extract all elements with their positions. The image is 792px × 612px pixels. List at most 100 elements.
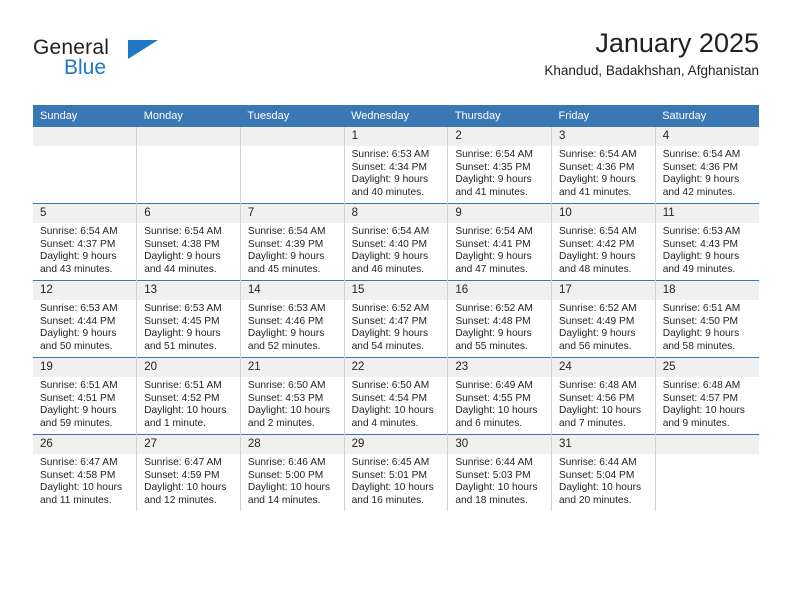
sunset-time: Sunset: 4:38 PM <box>144 238 220 250</box>
calendar-day-cell[interactable]: 2 Sunrise: 6:54 AM Sunset: 4:35 PM Daylight… <box>447 127 552 204</box>
daylight-duration-line1: Daylight: 9 hours <box>351 174 429 186</box>
daylight-duration-line1: Daylight: 9 hours <box>247 328 325 340</box>
sunset-time: Sunset: 5:04 PM <box>559 469 635 481</box>
sunset-time: Sunset: 4:57 PM <box>662 392 739 404</box>
day-details: Sunrise: 6:53 AM Sunset: 4:45 PM Daylight:… <box>137 300 240 353</box>
calendar-day-cell-empty <box>654 434 759 511</box>
calendar-day-cell[interactable]: 14 Sunrise: 6:53 AM Sunset: 4:46 PM Dayligh… <box>239 280 345 358</box>
day-number: 25 <box>655 358 759 377</box>
calendar-day-cell[interactable]: 20 Sunrise: 6:51 AM Sunset: 4:52 PM Dayligh… <box>136 357 241 435</box>
calendar-day-cell[interactable]: 25 Sunrise: 6:48 AM Sunset: 4:57 PM Dayligh… <box>654 357 759 435</box>
sunset-time: Sunset: 4:59 PM <box>144 469 220 481</box>
weekday-header-sunday: Sunday <box>33 105 137 127</box>
calendar-day-cell[interactable]: 4 Sunrise: 6:54 AM Sunset: 4:36 PM Daylight… <box>654 127 759 204</box>
sunrise-time: Sunrise: 6:46 AM <box>247 457 326 468</box>
weekday-header-monday: Monday <box>136 105 241 127</box>
sunrise-time: Sunrise: 6:51 AM <box>40 380 118 391</box>
daylight-duration-line2: and 44 minutes. <box>144 263 217 275</box>
daylight-duration-line2: and 9 minutes. <box>662 417 730 429</box>
day-number: 19 <box>33 358 137 377</box>
sunrise-time: Sunrise: 6:54 AM <box>455 226 533 237</box>
sunrise-time: Sunrise: 6:44 AM <box>455 457 533 468</box>
sunset-time: Sunset: 4:53 PM <box>247 392 324 404</box>
day-number: 20 <box>137 358 240 377</box>
daylight-duration-line1: Daylight: 10 hours <box>455 482 538 494</box>
calendar-day-cell[interactable]: 8 Sunrise: 6:54 AM Sunset: 4:40 PM Daylight… <box>343 203 448 281</box>
sunrise-time: Sunrise: 6:52 AM <box>559 303 637 314</box>
sunrise-time: Sunrise: 6:52 AM <box>455 303 533 314</box>
calendar-day-cell[interactable]: 19 Sunrise: 6:51 AM Sunset: 4:51 PM Dayligh… <box>33 357 137 435</box>
day-number <box>33 127 137 146</box>
day-number: 13 <box>137 281 240 300</box>
daylight-duration-line2: and 48 minutes. <box>559 263 632 275</box>
daylight-duration-line1: Daylight: 10 hours <box>351 405 434 417</box>
sunrise-time: Sunrise: 6:54 AM <box>351 226 430 237</box>
sunrise-time: Sunrise: 6:45 AM <box>351 457 430 468</box>
daylight-duration-line1: Daylight: 10 hours <box>144 405 227 417</box>
calendar-day-cell[interactable]: 26 Sunrise: 6:47 AM Sunset: 4:58 PM Dayligh… <box>33 434 137 511</box>
sunrise-time: Sunrise: 6:53 AM <box>351 149 430 160</box>
sunset-time: Sunset: 4:52 PM <box>144 392 220 404</box>
daylight-duration-line1: Daylight: 10 hours <box>144 482 227 494</box>
weekday-header-wednesday: Wednesday <box>344 105 448 127</box>
calendar-day-cell[interactable]: 13 Sunrise: 6:53 AM Sunset: 4:45 PM Dayligh… <box>136 280 241 358</box>
daylight-duration-line1: Daylight: 9 hours <box>247 251 325 263</box>
calendar-day-cell[interactable]: 29 Sunrise: 6:45 AM Sunset: 5:01 PM Dayligh… <box>343 434 448 511</box>
sunset-time: Sunset: 5:01 PM <box>351 469 427 481</box>
calendar-day-cell-empty <box>136 127 241 204</box>
day-number <box>655 435 759 454</box>
calendar-week-row: 5 Sunrise: 6:54 AM Sunset: 4:37 PM Daylight… <box>33 203 759 281</box>
sunset-time: Sunset: 4:43 PM <box>662 238 739 250</box>
daylight-duration-line1: Daylight: 10 hours <box>40 482 123 494</box>
calendar-day-cell[interactable]: 3 Sunrise: 6:54 AM Sunset: 4:36 PM Daylight… <box>551 127 656 204</box>
day-number: 23 <box>448 358 552 377</box>
day-details: Sunrise: 6:45 AM Sunset: 5:01 PM Daylight:… <box>345 454 448 507</box>
sunrise-time: Sunrise: 6:54 AM <box>662 149 741 160</box>
day-details: Sunrise: 6:46 AM Sunset: 5:00 PM Daylight:… <box>241 454 344 507</box>
calendar-day-cell[interactable]: 22 Sunrise: 6:50 AM Sunset: 4:54 PM Dayligh… <box>343 357 448 435</box>
calendar-day-cell[interactable]: 17 Sunrise: 6:52 AM Sunset: 4:49 PM Dayligh… <box>551 280 656 358</box>
calendar-day-cell[interactable]: 18 Sunrise: 6:51 AM Sunset: 4:50 PM Dayligh… <box>654 280 759 358</box>
daylight-duration-line1: Daylight: 10 hours <box>662 405 745 417</box>
daylight-duration-line2: and 56 minutes. <box>559 340 632 352</box>
calendar-day-cell[interactable]: 12 Sunrise: 6:53 AM Sunset: 4:44 PM Dayligh… <box>33 280 137 358</box>
sunrise-time: Sunrise: 6:51 AM <box>144 380 222 391</box>
calendar-page: General Blue January 2025 Khandud, Badak… <box>0 0 792 612</box>
calendar-day-cell[interactable]: 6 Sunrise: 6:54 AM Sunset: 4:38 PM Daylight… <box>136 203 241 281</box>
calendar-day-cell[interactable]: 5 Sunrise: 6:54 AM Sunset: 4:37 PM Daylight… <box>33 203 137 281</box>
sunset-time: Sunset: 4:36 PM <box>559 161 635 173</box>
calendar-day-cell[interactable]: 31 Sunrise: 6:44 AM Sunset: 5:04 PM Dayligh… <box>551 434 656 511</box>
day-number: 7 <box>240 204 344 223</box>
calendar-day-cell[interactable]: 21 Sunrise: 6:50 AM Sunset: 4:53 PM Dayligh… <box>239 357 345 435</box>
sunset-time: Sunset: 4:56 PM <box>559 392 635 404</box>
daylight-duration-line2: and 46 minutes. <box>351 263 425 275</box>
sunrise-time: Sunrise: 6:53 AM <box>144 303 222 314</box>
daylight-duration-line1: Daylight: 9 hours <box>559 251 636 263</box>
sunset-time: Sunset: 4:51 PM <box>40 392 116 404</box>
daylight-duration-line2: and 45 minutes. <box>247 263 321 275</box>
sunrise-time: Sunrise: 6:54 AM <box>559 226 637 237</box>
calendar-day-cell[interactable]: 28 Sunrise: 6:46 AM Sunset: 5:00 PM Dayligh… <box>239 434 345 511</box>
daylight-duration-line2: and 50 minutes. <box>40 340 113 352</box>
calendar-week-row: 26 Sunrise: 6:47 AM Sunset: 4:58 PM Dayligh… <box>33 434 759 511</box>
calendar-day-cell[interactable]: 27 Sunrise: 6:47 AM Sunset: 4:59 PM Dayligh… <box>136 434 241 511</box>
daylight-duration-line2: and 40 minutes. <box>351 186 425 198</box>
day-number: 3 <box>552 127 655 146</box>
sunset-time: Sunset: 4:50 PM <box>662 315 739 327</box>
calendar-day-cell[interactable]: 16 Sunrise: 6:52 AM Sunset: 4:48 PM Dayligh… <box>447 280 552 358</box>
calendar-day-cell[interactable]: 30 Sunrise: 6:44 AM Sunset: 5:03 PM Dayligh… <box>447 434 552 511</box>
daylight-duration-line2: and 49 minutes. <box>662 263 736 275</box>
calendar-day-cell[interactable]: 24 Sunrise: 6:48 AM Sunset: 4:56 PM Dayligh… <box>551 357 656 435</box>
calendar-day-cell[interactable]: 15 Sunrise: 6:52 AM Sunset: 4:47 PM Dayligh… <box>343 280 448 358</box>
calendar-day-cell-empty <box>239 127 345 204</box>
calendar-day-cell[interactable]: 1 Sunrise: 6:53 AM Sunset: 4:34 PM Daylight… <box>343 127 448 204</box>
day-details: Sunrise: 6:44 AM Sunset: 5:04 PM Daylight:… <box>552 454 655 507</box>
day-details: Sunrise: 6:50 AM Sunset: 4:53 PM Daylight:… <box>241 377 344 430</box>
calendar-day-cell[interactable]: 9 Sunrise: 6:54 AM Sunset: 4:41 PM Daylight… <box>447 203 552 281</box>
calendar-day-cell[interactable]: 10 Sunrise: 6:54 AM Sunset: 4:42 PM Dayligh… <box>551 203 656 281</box>
day-number: 26 <box>33 435 137 454</box>
daylight-duration-line2: and 11 minutes. <box>40 494 112 506</box>
calendar-day-cell[interactable]: 11 Sunrise: 6:53 AM Sunset: 4:43 PM Dayligh… <box>654 203 759 281</box>
calendar-day-cell[interactable]: 7 Sunrise: 6:54 AM Sunset: 4:39 PM Daylight… <box>239 203 345 281</box>
calendar-day-cell[interactable]: 23 Sunrise: 6:49 AM Sunset: 4:55 PM Dayligh… <box>447 357 552 435</box>
